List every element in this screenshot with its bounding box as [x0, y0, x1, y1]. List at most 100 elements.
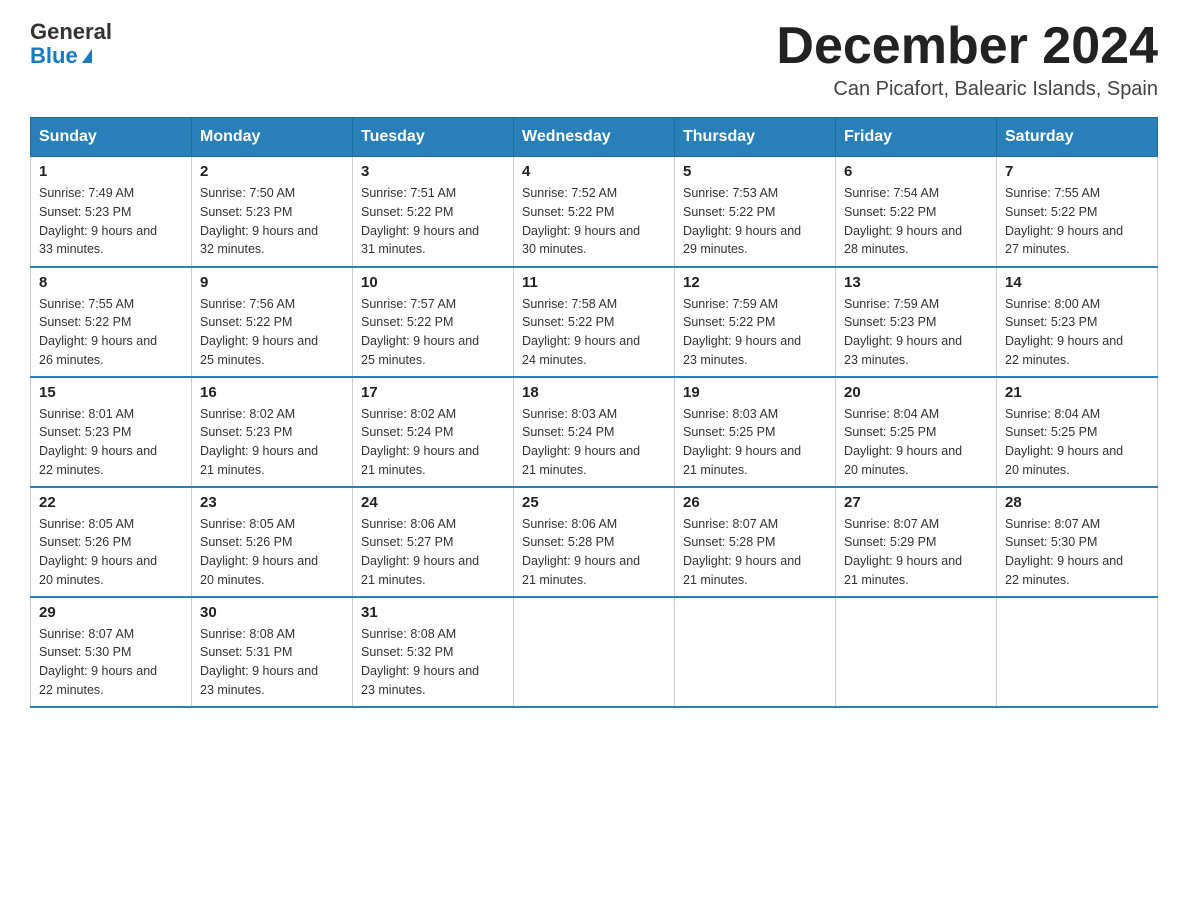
page-header: General Blue December 2024 Can Picafort,… — [30, 20, 1158, 101]
calendar-cell: 31 Sunrise: 8:08 AMSunset: 5:32 PMDaylig… — [353, 597, 514, 707]
day-info: Sunrise: 8:00 AMSunset: 5:23 PMDaylight:… — [1005, 295, 1149, 370]
day-number: 5 — [683, 163, 827, 180]
day-number: 7 — [1005, 163, 1149, 180]
day-number: 17 — [361, 384, 505, 401]
calendar-cell: 30 Sunrise: 8:08 AMSunset: 5:31 PMDaylig… — [192, 597, 353, 707]
day-info: Sunrise: 8:01 AMSunset: 5:23 PMDaylight:… — [39, 405, 183, 480]
day-number: 14 — [1005, 274, 1149, 291]
weekday-header-monday: Monday — [192, 118, 353, 157]
calendar-cell: 4 Sunrise: 7:52 AMSunset: 5:22 PMDayligh… — [514, 157, 675, 267]
day-info: Sunrise: 8:07 AMSunset: 5:28 PMDaylight:… — [683, 515, 827, 590]
day-info: Sunrise: 8:07 AMSunset: 5:30 PMDaylight:… — [39, 625, 183, 700]
day-number: 2 — [200, 163, 344, 180]
calendar-cell: 17 Sunrise: 8:02 AMSunset: 5:24 PMDaylig… — [353, 377, 514, 487]
day-number: 28 — [1005, 494, 1149, 511]
day-number: 18 — [522, 384, 666, 401]
calendar-cell: 18 Sunrise: 8:03 AMSunset: 5:24 PMDaylig… — [514, 377, 675, 487]
day-number: 25 — [522, 494, 666, 511]
day-info: Sunrise: 7:53 AMSunset: 5:22 PMDaylight:… — [683, 184, 827, 259]
day-number: 4 — [522, 163, 666, 180]
day-number: 19 — [683, 384, 827, 401]
calendar-cell: 19 Sunrise: 8:03 AMSunset: 5:25 PMDaylig… — [675, 377, 836, 487]
calendar-cell: 21 Sunrise: 8:04 AMSunset: 5:25 PMDaylig… — [997, 377, 1158, 487]
weekday-header-row: SundayMondayTuesdayWednesdayThursdayFrid… — [31, 118, 1158, 157]
weekday-header-saturday: Saturday — [997, 118, 1158, 157]
calendar-cell: 27 Sunrise: 8:07 AMSunset: 5:29 PMDaylig… — [836, 487, 997, 597]
calendar-cell: 11 Sunrise: 7:58 AMSunset: 5:22 PMDaylig… — [514, 267, 675, 377]
calendar-cell: 10 Sunrise: 7:57 AMSunset: 5:22 PMDaylig… — [353, 267, 514, 377]
month-title: December 2024 — [776, 20, 1158, 72]
day-info: Sunrise: 7:58 AMSunset: 5:22 PMDaylight:… — [522, 295, 666, 370]
calendar-cell: 15 Sunrise: 8:01 AMSunset: 5:23 PMDaylig… — [31, 377, 192, 487]
calendar-cell: 28 Sunrise: 8:07 AMSunset: 5:30 PMDaylig… — [997, 487, 1158, 597]
day-info: Sunrise: 8:06 AMSunset: 5:28 PMDaylight:… — [522, 515, 666, 590]
day-number: 6 — [844, 163, 988, 180]
calendar-cell: 6 Sunrise: 7:54 AMSunset: 5:22 PMDayligh… — [836, 157, 997, 267]
calendar-cell — [836, 597, 997, 707]
day-number: 10 — [361, 274, 505, 291]
day-number: 1 — [39, 163, 183, 180]
day-info: Sunrise: 8:04 AMSunset: 5:25 PMDaylight:… — [1005, 405, 1149, 480]
calendar-week-row: 15 Sunrise: 8:01 AMSunset: 5:23 PMDaylig… — [31, 377, 1158, 487]
calendar-cell: 22 Sunrise: 8:05 AMSunset: 5:26 PMDaylig… — [31, 487, 192, 597]
calendar-cell: 12 Sunrise: 7:59 AMSunset: 5:22 PMDaylig… — [675, 267, 836, 377]
day-info: Sunrise: 7:56 AMSunset: 5:22 PMDaylight:… — [200, 295, 344, 370]
day-info: Sunrise: 7:50 AMSunset: 5:23 PMDaylight:… — [200, 184, 344, 259]
day-info: Sunrise: 8:08 AMSunset: 5:32 PMDaylight:… — [361, 625, 505, 700]
calendar-cell: 8 Sunrise: 7:55 AMSunset: 5:22 PMDayligh… — [31, 267, 192, 377]
day-number: 21 — [1005, 384, 1149, 401]
day-number: 12 — [683, 274, 827, 291]
day-info: Sunrise: 8:05 AMSunset: 5:26 PMDaylight:… — [39, 515, 183, 590]
logo-blue-text: Blue — [30, 44, 112, 68]
calendar-cell: 29 Sunrise: 8:07 AMSunset: 5:30 PMDaylig… — [31, 597, 192, 707]
logo: General Blue — [30, 20, 112, 68]
day-info: Sunrise: 8:03 AMSunset: 5:24 PMDaylight:… — [522, 405, 666, 480]
day-number: 13 — [844, 274, 988, 291]
day-number: 9 — [200, 274, 344, 291]
calendar-cell: 5 Sunrise: 7:53 AMSunset: 5:22 PMDayligh… — [675, 157, 836, 267]
day-info: Sunrise: 8:08 AMSunset: 5:31 PMDaylight:… — [200, 625, 344, 700]
day-info: Sunrise: 7:59 AMSunset: 5:22 PMDaylight:… — [683, 295, 827, 370]
calendar-cell: 26 Sunrise: 8:07 AMSunset: 5:28 PMDaylig… — [675, 487, 836, 597]
day-number: 23 — [200, 494, 344, 511]
calendar-cell: 9 Sunrise: 7:56 AMSunset: 5:22 PMDayligh… — [192, 267, 353, 377]
weekday-header-wednesday: Wednesday — [514, 118, 675, 157]
day-number: 15 — [39, 384, 183, 401]
calendar-week-row: 8 Sunrise: 7:55 AMSunset: 5:22 PMDayligh… — [31, 267, 1158, 377]
day-info: Sunrise: 8:05 AMSunset: 5:26 PMDaylight:… — [200, 515, 344, 590]
day-info: Sunrise: 8:07 AMSunset: 5:30 PMDaylight:… — [1005, 515, 1149, 590]
calendar-cell — [514, 597, 675, 707]
day-number: 8 — [39, 274, 183, 291]
calendar-week-row: 29 Sunrise: 8:07 AMSunset: 5:30 PMDaylig… — [31, 597, 1158, 707]
calendar-week-row: 22 Sunrise: 8:05 AMSunset: 5:26 PMDaylig… — [31, 487, 1158, 597]
calendar-cell: 13 Sunrise: 7:59 AMSunset: 5:23 PMDaylig… — [836, 267, 997, 377]
day-info: Sunrise: 8:02 AMSunset: 5:24 PMDaylight:… — [361, 405, 505, 480]
weekday-header-thursday: Thursday — [675, 118, 836, 157]
calendar-cell — [997, 597, 1158, 707]
calendar-cell: 2 Sunrise: 7:50 AMSunset: 5:23 PMDayligh… — [192, 157, 353, 267]
logo-triangle-icon — [82, 49, 92, 63]
calendar-table: SundayMondayTuesdayWednesdayThursdayFrid… — [30, 117, 1158, 708]
calendar-cell: 16 Sunrise: 8:02 AMSunset: 5:23 PMDaylig… — [192, 377, 353, 487]
location-text: Can Picafort, Balearic Islands, Spain — [776, 78, 1158, 101]
weekday-header-tuesday: Tuesday — [353, 118, 514, 157]
day-info: Sunrise: 8:02 AMSunset: 5:23 PMDaylight:… — [200, 405, 344, 480]
day-number: 27 — [844, 494, 988, 511]
calendar-cell: 25 Sunrise: 8:06 AMSunset: 5:28 PMDaylig… — [514, 487, 675, 597]
day-info: Sunrise: 7:54 AMSunset: 5:22 PMDaylight:… — [844, 184, 988, 259]
day-number: 3 — [361, 163, 505, 180]
calendar-cell: 1 Sunrise: 7:49 AMSunset: 5:23 PMDayligh… — [31, 157, 192, 267]
day-number: 26 — [683, 494, 827, 511]
calendar-cell: 24 Sunrise: 8:06 AMSunset: 5:27 PMDaylig… — [353, 487, 514, 597]
day-number: 22 — [39, 494, 183, 511]
day-number: 20 — [844, 384, 988, 401]
day-info: Sunrise: 7:57 AMSunset: 5:22 PMDaylight:… — [361, 295, 505, 370]
calendar-cell: 7 Sunrise: 7:55 AMSunset: 5:22 PMDayligh… — [997, 157, 1158, 267]
calendar-cell: 3 Sunrise: 7:51 AMSunset: 5:22 PMDayligh… — [353, 157, 514, 267]
calendar-cell: 23 Sunrise: 8:05 AMSunset: 5:26 PMDaylig… — [192, 487, 353, 597]
day-number: 31 — [361, 604, 505, 621]
day-info: Sunrise: 8:03 AMSunset: 5:25 PMDaylight:… — [683, 405, 827, 480]
day-info: Sunrise: 8:07 AMSunset: 5:29 PMDaylight:… — [844, 515, 988, 590]
title-block: December 2024 Can Picafort, Balearic Isl… — [776, 20, 1158, 101]
day-number: 29 — [39, 604, 183, 621]
